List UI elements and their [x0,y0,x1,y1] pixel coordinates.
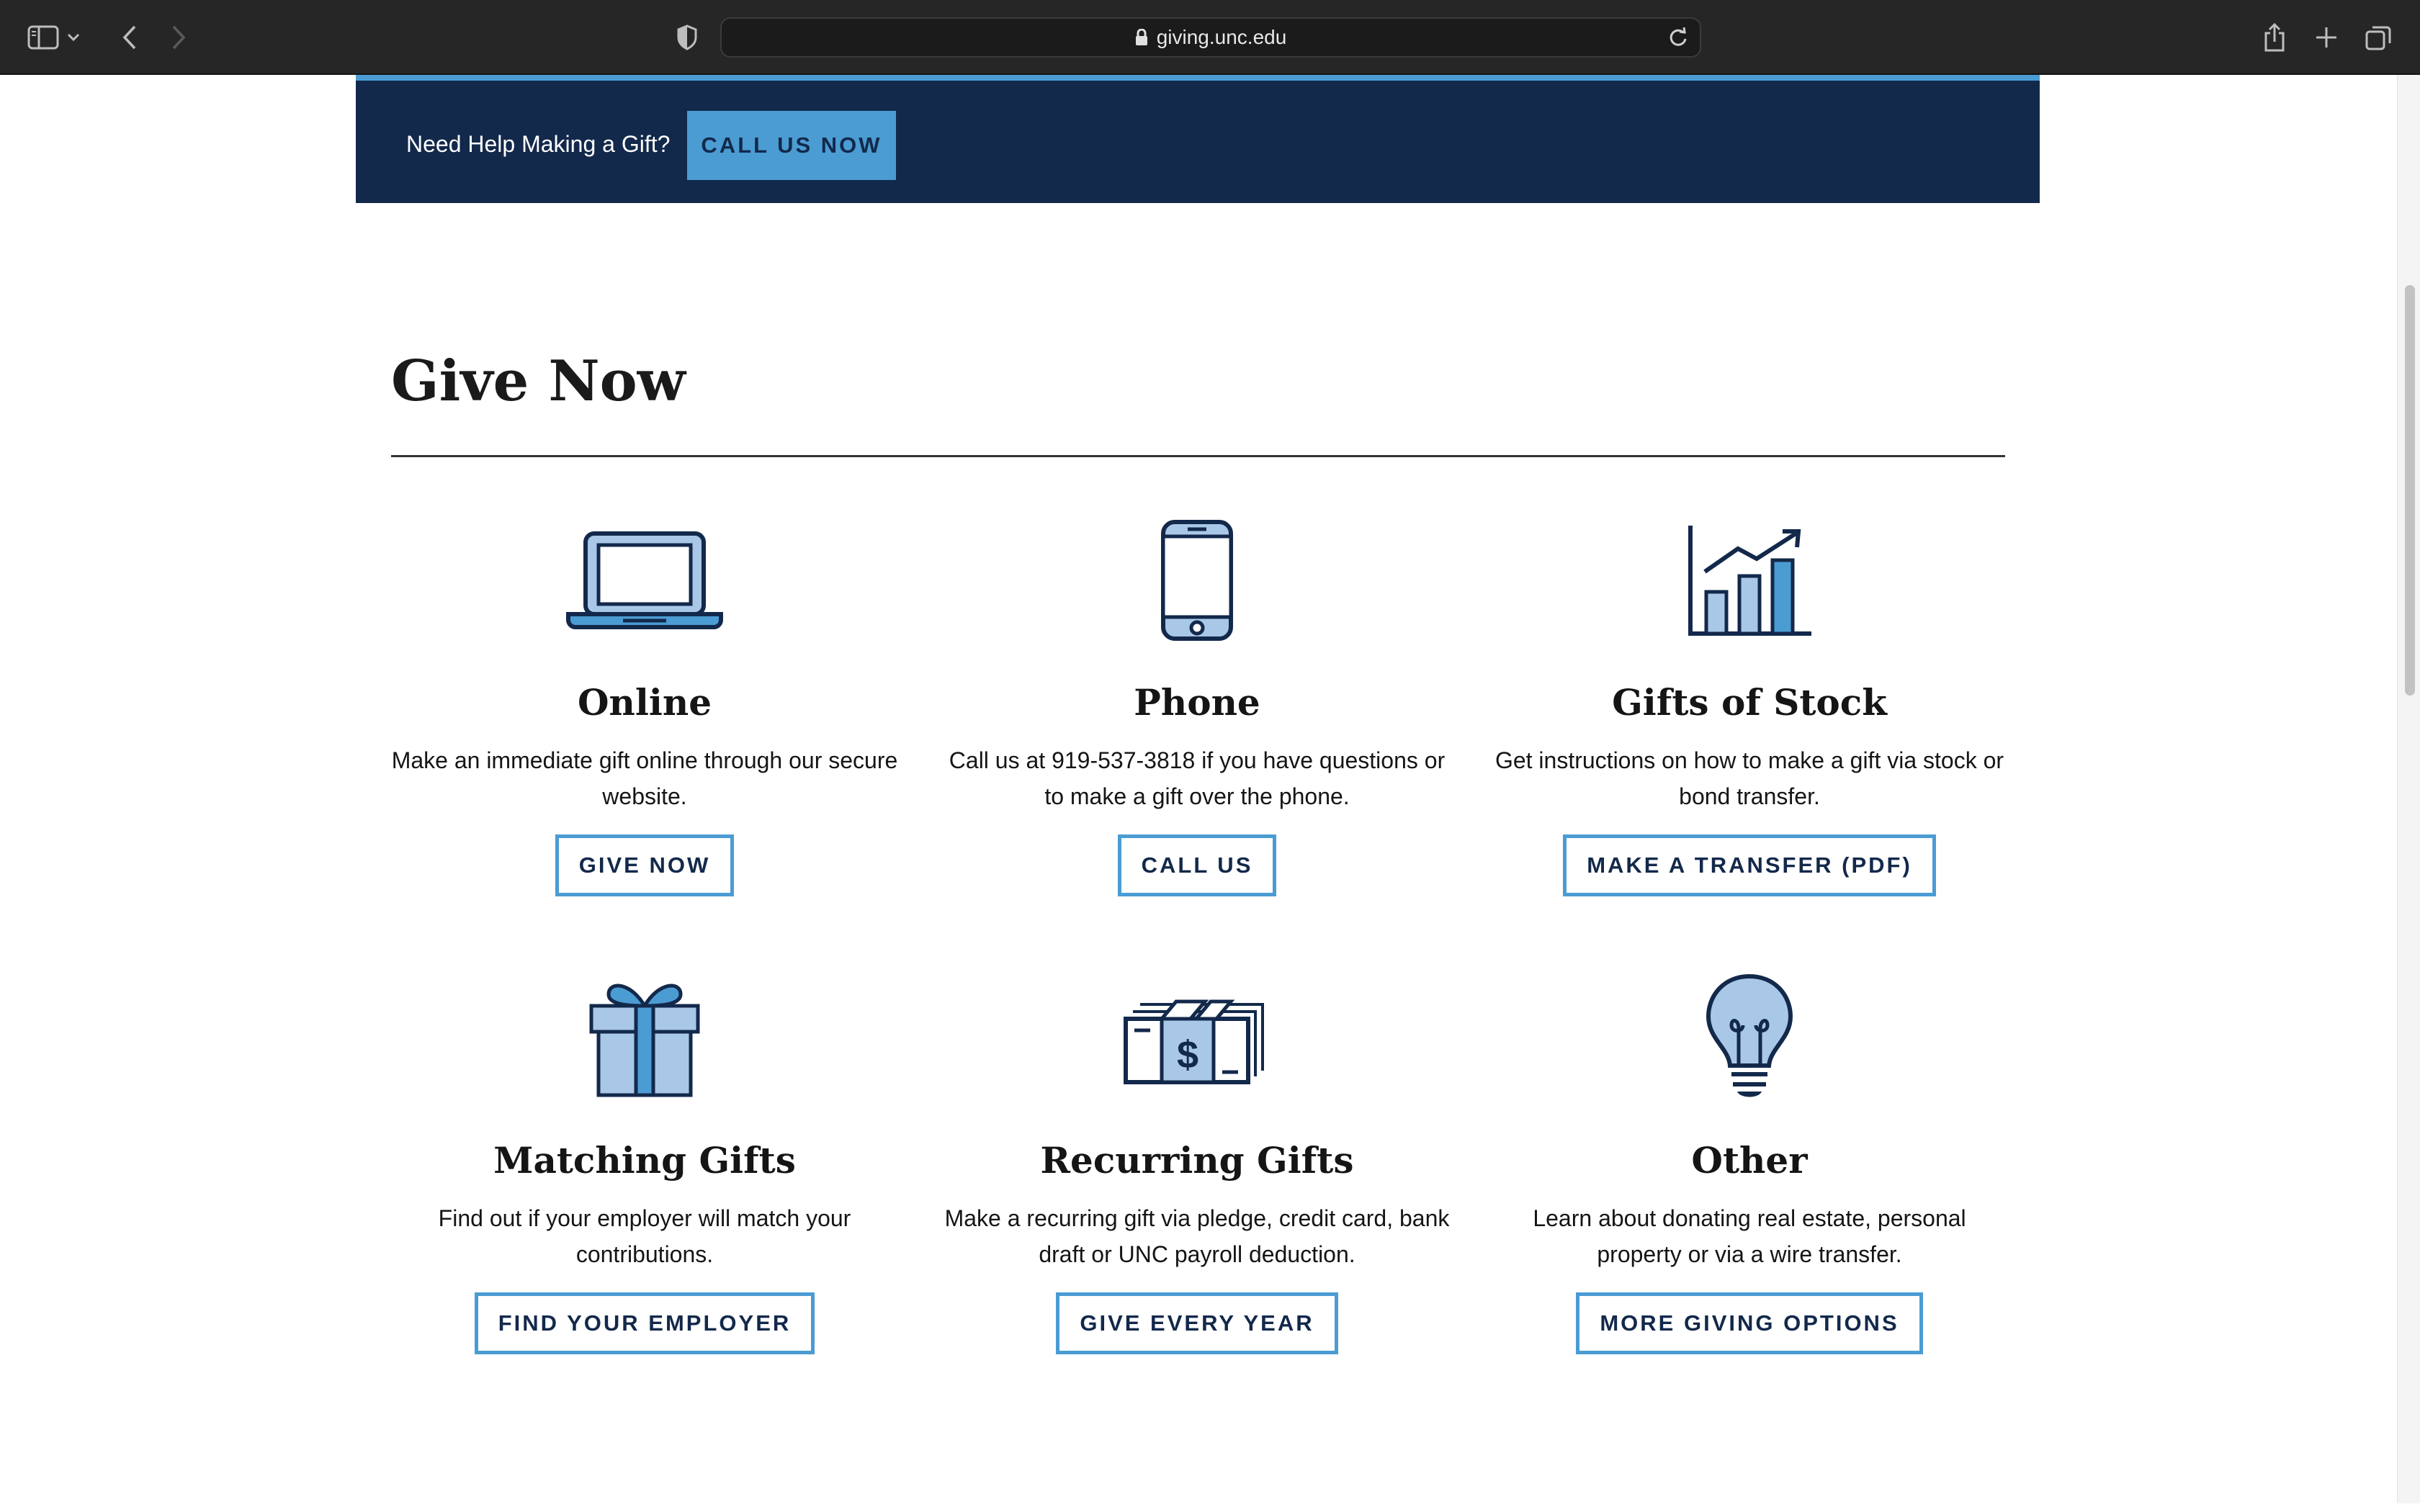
card-description: Learn about donating real estate, person… [1533,1205,1966,1267]
help-banner-text: Need Help Making a Gift? [406,131,671,157]
sidebar-icon [27,25,59,50]
chevron-down-icon [67,33,80,42]
new-tab-button[interactable] [2305,16,2348,59]
tabs-icon [2365,26,2391,50]
page-viewport: Need Help Making a Gift? CALL US NOW Giv… [0,75,2397,1503]
card-description: Find out if your employer will match you… [438,1205,851,1267]
money-icon: $ [938,973,1456,1103]
card-matching-gifts: Matching Gifts Find out if your employer… [385,973,904,1354]
share-button[interactable] [2253,16,2296,59]
card-title: Gifts of Stock [1612,681,1887,724]
lock-icon [1135,29,1147,45]
chart-icon [1490,516,2009,645]
phone-icon [938,516,1456,645]
tab-overview-button[interactable] [2357,16,2400,59]
page-scrollbar[interactable] [2397,75,2420,1503]
reload-button[interactable] [1664,23,1693,52]
card-title: Matching Gifts [493,1139,796,1182]
card-title: Online [577,681,712,724]
scrollbar-thumb[interactable] [2405,285,2415,696]
card-recurring-gifts: $ Recurring Gifts Make a recurring gift … [938,973,1456,1354]
give-every-year-button[interactable]: GIVE EVERY YEAR [1056,1292,1338,1354]
card-description: Get instructions on how to make a gift v… [1494,747,2004,809]
chevron-left-icon [122,25,136,50]
forward-button[interactable] [157,16,200,59]
back-button[interactable] [108,16,151,59]
card-phone: Phone Call us at 919-537-3818 if you hav… [938,516,1456,896]
chevron-right-icon [172,25,186,50]
card-description: Make an immediate gift online through ou… [391,747,898,809]
card-description: Make a recurring gift via pledge, credit… [944,1205,1450,1267]
browser-toolbar: giving.unc.edu [0,0,2420,75]
plus-icon [2316,27,2336,48]
lightbulb-icon [1490,973,2009,1103]
make-a-transfer-button[interactable]: MAKE A TRANSFER (PDF) [1563,834,1936,896]
card-gifts-of-stock: Gifts of Stock Get instructions on how t… [1490,516,2009,896]
card-description: Call us at 919-537-3818 if you have ques… [949,747,1446,809]
card-other: Other Learn about donating real estate, … [1490,973,2009,1354]
more-giving-options-button[interactable]: MORE GIVING OPTIONS [1576,1292,1923,1354]
shield-icon [677,24,697,50]
card-title: Other [1691,1139,1808,1182]
tab-groups-dropdown[interactable] [59,16,88,59]
reload-icon [1670,27,1687,46]
card-title: Recurring Gifts [1040,1139,1354,1182]
address-bar[interactable]: giving.unc.edu [720,17,1701,58]
laptop-icon [385,516,904,645]
sidebar-toggle-button[interactable] [22,16,65,59]
page-title: Give Now [391,348,686,414]
help-banner: Need Help Making a Gift? CALL US NOW [356,75,2040,203]
address-url: giving.unc.edu [722,19,1700,56]
find-your-employer-button[interactable]: FIND YOUR EMPLOYER [474,1292,815,1354]
card-online: Online Make an immediate gift online thr… [385,516,904,896]
gift-icon [385,973,904,1103]
give-now-button[interactable]: GIVE NOW [555,834,735,896]
share-icon [2264,23,2285,52]
svg-text:$: $ [1177,1033,1198,1076]
call-us-button[interactable]: CALL US [1117,834,1277,896]
privacy-shield-button[interactable] [666,16,709,59]
title-divider [391,455,2005,457]
card-title: Phone [1134,681,1260,724]
url-text: giving.unc.edu [1156,26,1287,48]
call-us-now-button[interactable]: CALL US NOW [687,111,896,180]
